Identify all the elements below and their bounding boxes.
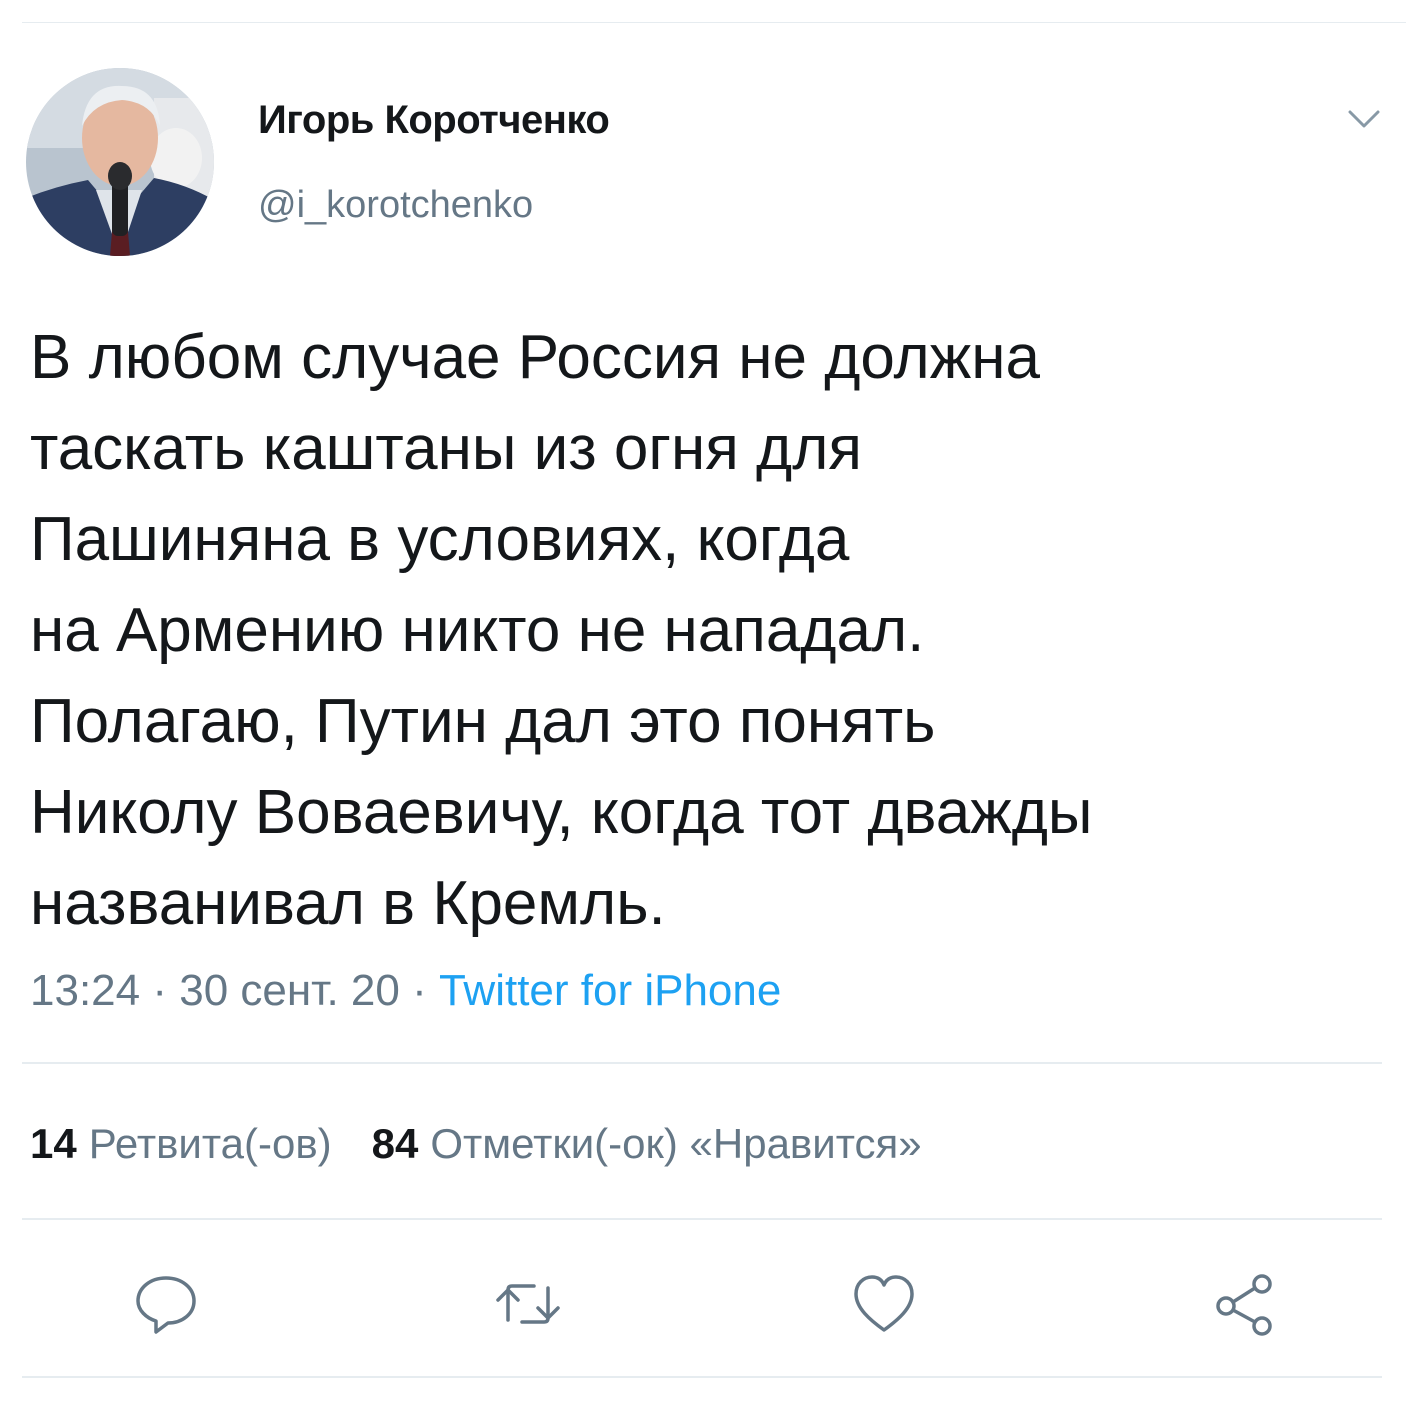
likes-label: Отметки(-ок) «Нравится»	[430, 1120, 922, 1167]
divider	[22, 1062, 1382, 1064]
tweet-meta: 13:24 · 30 сент. 20 · Twitter for iPhone	[30, 966, 781, 1016]
meta-separator: ·	[152, 966, 167, 1015]
retweets-count: 14	[30, 1120, 77, 1167]
meta-separator: ·	[412, 966, 427, 1015]
retweet-icon[interactable]	[494, 1270, 562, 1338]
divider	[22, 1376, 1382, 1378]
retweets-stat[interactable]: 14 Ретвита(-ов)	[30, 1120, 332, 1167]
reply-icon[interactable]	[132, 1270, 200, 1338]
divider	[22, 1218, 1382, 1220]
chevron-down-icon[interactable]	[1342, 102, 1386, 138]
avatar[interactable]	[26, 68, 214, 256]
retweets-label: Ретвита(-ов)	[88, 1120, 332, 1167]
tweet-time: 13:24	[30, 966, 141, 1015]
likes-stat[interactable]: 84 Отметки(-ок) «Нравится»	[372, 1120, 922, 1167]
author-display-name[interactable]: Игорь Коротченко	[258, 98, 610, 143]
top-divider	[22, 22, 1406, 23]
author-handle[interactable]: @i_korotchenko	[258, 184, 533, 227]
share-icon[interactable]	[1210, 1270, 1278, 1338]
tweet-date: 30 сент. 20	[179, 966, 400, 1015]
likes-count: 84	[371, 1120, 419, 1167]
tweet-stats: 14 Ретвита(-ов) 84 Отметки(-ок) «Нравится»	[30, 1120, 922, 1168]
heart-icon[interactable]	[850, 1270, 918, 1338]
tweet-source-link[interactable]: Twitter for iPhone	[439, 966, 781, 1015]
tweet-text: В любом случае Россия не должна таскать …	[30, 323, 1093, 938]
